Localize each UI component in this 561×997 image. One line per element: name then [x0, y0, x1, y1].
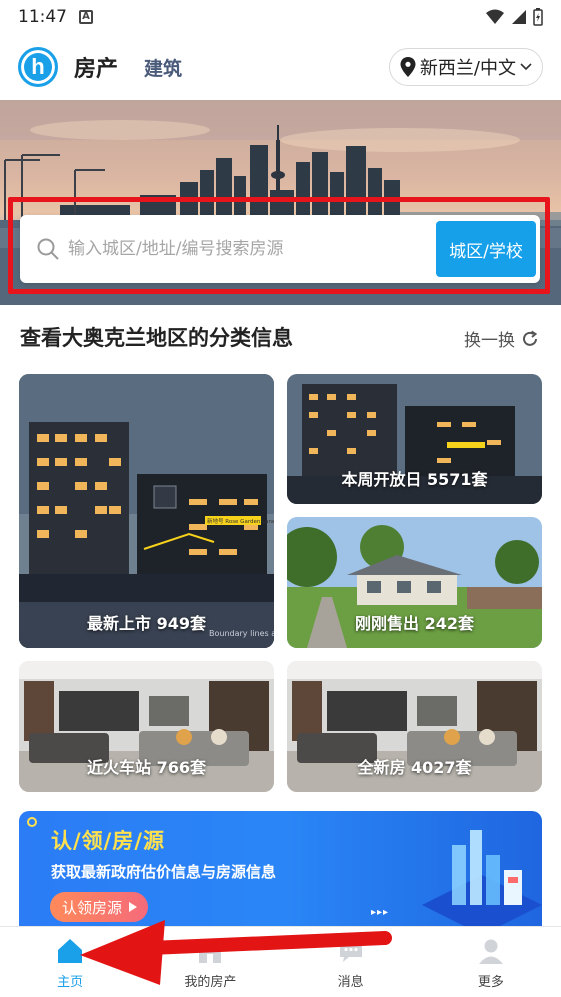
promo-subline: 获取最新政府估价信息与房源信息	[51, 863, 277, 881]
chevron-down-icon	[520, 63, 532, 71]
card-label: 全新房 4027套	[357, 758, 472, 777]
status-time: 11:47	[18, 7, 67, 27]
category-card-new-listings[interactable]: 新地号 Rose Garden Lane Boundary lines are …	[19, 374, 274, 648]
apartment-building-image: 新地号 Rose Garden Lane Boundary lines are	[19, 374, 274, 648]
wifi-icon	[486, 9, 504, 24]
status-icons	[485, 8, 543, 26]
house-icon	[199, 940, 222, 963]
nav-messages[interactable]: 消息	[281, 927, 421, 997]
nav-home-label: 主页	[57, 975, 84, 990]
location-pin-icon	[400, 57, 416, 77]
nav-messages-label: 消息	[337, 975, 364, 990]
more-dots-icon: ▸▸▸	[371, 907, 390, 918]
search-input[interactable]	[68, 239, 436, 259]
city-illustration-icon	[422, 830, 542, 931]
notification-icon: A	[79, 10, 93, 24]
status-bar: 11:47 A	[0, 0, 561, 34]
category-card-open-homes[interactable]: 本周开放日 5571套	[287, 374, 542, 504]
bottom-navigation: 主页 我的房产 消息 更多	[0, 926, 561, 997]
play-arrow-icon	[129, 902, 138, 912]
section-title: 查看大奥克兰地区的分类信息	[20, 326, 293, 350]
category-card-near-station[interactable]: 近火车站 766套	[19, 661, 274, 792]
region-label: 新西兰/中文	[419, 58, 516, 79]
card-label: 刚刚售出 242套	[355, 614, 474, 633]
nav-more[interactable]: 更多	[421, 927, 561, 997]
nav-more-label: 更多	[477, 975, 504, 990]
tab-property[interactable]: 房产	[74, 51, 118, 83]
card-label: 本周开放日 5571套	[341, 470, 488, 489]
app-header: h 房产 建筑 新西兰/中文	[0, 38, 561, 96]
signal-icon	[512, 10, 526, 24]
category-card-new-homes[interactable]: 全新房 4027套	[287, 661, 542, 792]
card-label: 近火车站 766套	[87, 758, 206, 777]
profile-icon	[478, 939, 503, 964]
claim-property-button[interactable]: 认领房源	[50, 892, 149, 922]
refresh-icon	[523, 330, 538, 346]
district-school-button[interactable]: 城区/学校	[436, 221, 536, 277]
ring-decoration-icon	[27, 817, 37, 827]
nav-my-property-label: 我的房产	[184, 975, 237, 990]
promo-headline: 认/领/房/源	[51, 829, 166, 853]
claim-property-label: 认领房源	[62, 898, 123, 917]
category-card-just-sold[interactable]: 刚刚售出 242套	[287, 517, 542, 648]
battery-icon	[533, 8, 543, 26]
message-icon	[339, 942, 362, 962]
app-logo: h	[18, 47, 58, 87]
tab-building[interactable]: 建筑	[144, 54, 182, 81]
claim-property-banner[interactable]: 认/领/房/源 获取最新政府估价信息与房源信息 认领房源 ▸▸▸	[19, 811, 542, 931]
card-label: 最新上市 949套	[87, 614, 206, 633]
nav-home[interactable]: 主页	[0, 927, 140, 997]
nav-my-property[interactable]: 我的房产	[140, 927, 280, 997]
refresh-label: 换一换	[464, 331, 515, 351]
building-sign-text: 新地号 Rose Garden Lane	[207, 517, 274, 525]
home-icon	[58, 939, 83, 963]
region-selector[interactable]: 新西兰/中文	[388, 48, 543, 86]
search-icon	[37, 238, 59, 260]
refresh-button[interactable]: 换一换	[464, 326, 539, 351]
search-bar: 城区/学校	[20, 215, 540, 283]
